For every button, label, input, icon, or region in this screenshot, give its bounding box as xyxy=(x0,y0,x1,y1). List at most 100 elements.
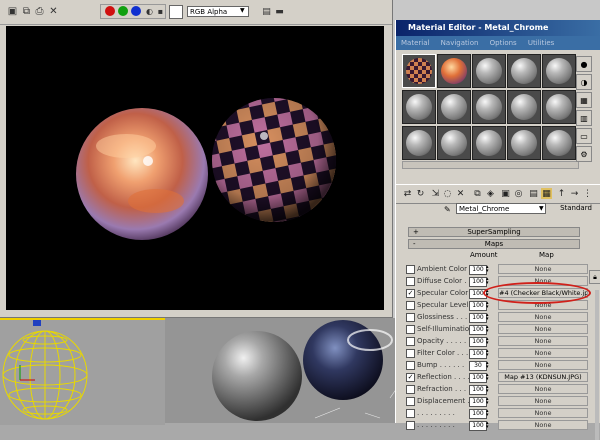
sample-slot-9[interactable] xyxy=(507,90,541,124)
map-amount-field[interactable]: 100 xyxy=(469,349,487,359)
spinner-icon[interactable]: ▴ ▾ xyxy=(486,337,491,346)
material-name-field[interactable]: Metal_Chrome xyxy=(456,203,546,214)
spinner-icon[interactable]: ▴ ▾ xyxy=(486,409,491,418)
map-enable-checkbox[interactable] xyxy=(406,349,415,358)
map-button[interactable]: None xyxy=(498,408,588,418)
sample-slot-4[interactable] xyxy=(507,54,541,88)
map-enable-checkbox[interactable]: ✓ xyxy=(406,289,415,298)
map-button[interactable]: None xyxy=(498,360,588,370)
map-amount-field[interactable]: 100 xyxy=(469,325,487,335)
viewport-perspective[interactable] xyxy=(165,318,398,423)
sample-slot-2[interactable] xyxy=(437,54,471,88)
clear-icon[interactable]: ✕ xyxy=(47,5,60,18)
sample-slot-5[interactable] xyxy=(542,54,576,88)
map-amount-field[interactable]: 100 xyxy=(469,313,487,323)
map-amount-field[interactable]: 30 xyxy=(469,361,487,371)
material-id-icon[interactable]: ◎ xyxy=(513,188,524,199)
go-to-parent-icon[interactable]: ↑ xyxy=(556,188,567,199)
chevron-down-icon[interactable]: ▼ xyxy=(539,205,544,212)
menu-material[interactable]: Material xyxy=(401,39,429,47)
get-material-icon[interactable]: ⇄ xyxy=(402,188,413,199)
sample-slot-14[interactable] xyxy=(507,126,541,160)
slot-scrollbar[interactable] xyxy=(402,161,579,169)
map-button[interactable]: None xyxy=(498,396,588,406)
mono-icon[interactable]: ▪ xyxy=(154,5,167,18)
viewport-left[interactable] xyxy=(0,318,165,425)
assign-material-icon[interactable]: ⇲ xyxy=(430,188,441,199)
put-to-scene-icon[interactable]: ↻ xyxy=(415,188,426,199)
map-enable-checkbox[interactable]: ✓ xyxy=(406,373,415,382)
red-channel-button[interactable] xyxy=(105,6,115,16)
sample-slot-7[interactable] xyxy=(437,90,471,124)
reset-icon[interactable]: ◌ xyxy=(442,188,453,199)
spinner-icon[interactable]: ▴ ▾ xyxy=(486,349,491,358)
spinner-icon[interactable]: ▴ ▾ xyxy=(486,421,491,430)
display-icon[interactable]: ▤ xyxy=(260,5,273,18)
spinner-icon[interactable]: ▴ ▾ xyxy=(486,385,491,394)
copy-icon[interactable]: ⧉ xyxy=(472,188,483,199)
go-forward-icon[interactable]: → xyxy=(569,188,580,199)
menu-options[interactable]: Options xyxy=(490,39,517,47)
color-swatch[interactable] xyxy=(169,5,183,19)
spinner-icon[interactable]: ▴ ▾ xyxy=(486,361,491,370)
show-map-icon[interactable]: ▤ xyxy=(528,188,539,199)
blue-channel-button[interactable] xyxy=(131,6,141,16)
map-button[interactable]: Map #13 (KDNSUN.JPG) xyxy=(498,372,588,382)
sample-slot-6[interactable] xyxy=(402,90,436,124)
unique-icon[interactable]: ◈ xyxy=(485,188,496,199)
spinner-icon[interactable]: ▴ ▾ xyxy=(486,373,491,382)
save-icon[interactable]: ▣ xyxy=(6,5,19,18)
put-library-icon[interactable]: ▣ xyxy=(500,188,511,199)
map-amount-field[interactable]: 100 xyxy=(469,409,487,419)
map-amount-field[interactable]: 100 xyxy=(469,265,487,275)
video-check-icon[interactable]: ▭ xyxy=(576,128,592,144)
options-icon[interactable]: ⚙ xyxy=(576,146,592,162)
map-enable-checkbox[interactable] xyxy=(406,301,415,310)
uv-tiling-icon[interactable]: ▥ xyxy=(576,110,592,126)
sample-slot-1[interactable] xyxy=(402,54,436,88)
map-enable-checkbox[interactable] xyxy=(406,421,415,430)
spinner-icon[interactable]: ▴ ▾ xyxy=(486,301,491,310)
spinner-icon[interactable]: ▴ ▾ xyxy=(486,265,491,274)
green-channel-button[interactable] xyxy=(118,6,128,16)
clone-icon[interactable]: ⧉ xyxy=(20,5,33,18)
eyedropper-icon[interactable]: ✎ xyxy=(444,205,451,214)
map-enable-checkbox[interactable] xyxy=(406,385,415,394)
fit-icon[interactable]: ▬ xyxy=(273,5,286,18)
map-button[interactable]: None xyxy=(498,324,588,334)
select-by-material-icon[interactable]: ⋮ xyxy=(582,188,593,199)
backlight-icon[interactable]: ◑ xyxy=(576,74,592,90)
map-button[interactable]: None xyxy=(498,264,588,274)
delete-icon[interactable]: ✕ xyxy=(455,188,466,199)
map-amount-field[interactable]: 100 xyxy=(469,277,487,287)
rollout-maps[interactable]: - Maps xyxy=(408,239,580,249)
panel-scrollbar[interactable] xyxy=(595,290,599,440)
menu-utilities[interactable]: Utilities xyxy=(528,39,554,47)
map-enable-checkbox[interactable] xyxy=(406,277,415,286)
material-editor-title[interactable]: Material Editor - Metal_Chrome xyxy=(396,20,600,36)
map-amount-field[interactable]: 100 xyxy=(469,301,487,311)
sample-slot-13[interactable] xyxy=(472,126,506,160)
lock-icon[interactable]: 🔒︎ xyxy=(589,270,600,284)
background-icon[interactable]: ▦ xyxy=(576,92,592,108)
sample-slot-8[interactable] xyxy=(472,90,506,124)
spinner-icon[interactable]: ▴ ▾ xyxy=(486,325,491,334)
map-amount-field[interactable]: 100 xyxy=(469,337,487,347)
menu-navigation[interactable]: Navigation xyxy=(441,39,479,47)
map-button[interactable]: None xyxy=(498,312,588,322)
sample-slot-15[interactable] xyxy=(542,126,576,160)
sample-slot-12[interactable] xyxy=(437,126,471,160)
sample-slot-3[interactable] xyxy=(472,54,506,88)
print-icon[interactable]: ⎙ xyxy=(33,5,46,18)
spinner-icon[interactable]: ▴ ▾ xyxy=(486,313,491,322)
map-enable-checkbox[interactable] xyxy=(406,361,415,370)
chevron-down-icon[interactable]: ▼ xyxy=(240,7,245,14)
sample-slot-10[interactable] xyxy=(542,90,576,124)
map-button[interactable]: None xyxy=(498,420,588,430)
material-type-button[interactable]: Standard xyxy=(554,202,598,215)
sample-slot-11[interactable] xyxy=(402,126,436,160)
spinner-icon[interactable]: ▴ ▾ xyxy=(486,277,491,286)
map-enable-checkbox[interactable] xyxy=(406,313,415,322)
map-enable-checkbox[interactable] xyxy=(406,337,415,346)
map-button[interactable]: None xyxy=(498,348,588,358)
